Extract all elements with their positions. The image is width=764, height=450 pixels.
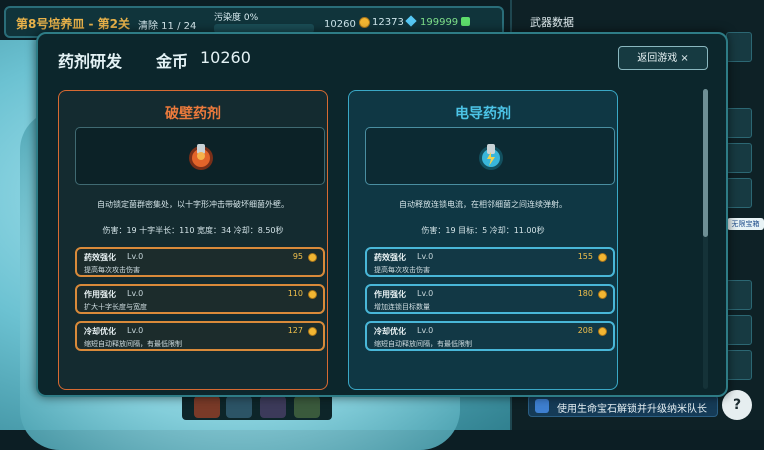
side-slot[interactable] <box>726 108 752 138</box>
blue-potion-icon <box>479 144 503 170</box>
coin-icon <box>308 327 317 336</box>
potion-icon-box <box>75 127 325 185</box>
weapon-data-title: 武器数据 <box>530 16 574 29</box>
back-to-game-button[interactable]: 返回游戏 × <box>618 46 708 70</box>
upgrade-level: Lv.0 <box>127 289 144 298</box>
side-slot[interactable] <box>726 178 752 208</box>
upgrade-description: 提高每次攻击伤害 <box>84 266 140 274</box>
upgrade-cooldown[interactable]: 冷却优化 Lv.0 127 缩短自动释放间隔，有最低限制 <box>75 321 325 351</box>
upgrade-name: 作用强化 <box>84 290 116 299</box>
card-title: 电导药剂 <box>455 106 511 122</box>
upgrade-description: 扩大十字长度与宽度 <box>84 303 147 311</box>
upgrade-level: Lv.0 <box>417 326 434 335</box>
upgrade-effect[interactable]: 作用强化 Lv.0 180 增加连锁目标数量 <box>365 284 615 314</box>
upgrade-name: 作用强化 <box>374 290 406 299</box>
scrollbar[interactable] <box>703 89 708 389</box>
help-button[interactable]: ? <box>722 390 752 420</box>
upgrade-cooldown[interactable]: 冷却优化 Lv.0 208 缩短自动释放间隔，有最低限制 <box>365 321 615 351</box>
coin-icon <box>598 290 607 299</box>
side-slot[interactable] <box>726 143 752 173</box>
upgrade-level: Lv.0 <box>127 252 144 261</box>
upgrade-cost: 180 <box>577 289 593 298</box>
potion-research-dialog: 药剂研发 金币 10260 返回游戏 × 破壁药剂 自动锁定菌群密集处，以十字形… <box>36 32 728 397</box>
clear-counter: 清除 11 / 24 <box>138 21 197 32</box>
upgrade-name: 冷却优化 <box>374 327 406 336</box>
coin-icon <box>359 17 370 28</box>
upgrade-cost: 208 <box>577 326 593 335</box>
upgrade-potency[interactable]: 药效强化 Lv.0 155 提高每次攻击伤害 <box>365 247 615 277</box>
upgrade-effect[interactable]: 作用强化 Lv.0 110 扩大十字长度与宽度 <box>75 284 325 314</box>
upgrade-name: 药效强化 <box>374 253 406 262</box>
upgrade-description: 缩短自动释放间隔，有最低限制 <box>374 340 472 348</box>
upgrade-cost: 155 <box>577 252 593 261</box>
skill-slot[interactable] <box>294 396 320 418</box>
upgrade-name: 冷却优化 <box>84 327 116 336</box>
dialog-title: 药剂研发 <box>58 52 123 71</box>
skill-slot[interactable] <box>226 396 252 418</box>
tip-icon <box>535 399 549 413</box>
upgrade-cost: 127 <box>287 326 303 335</box>
skill-slot[interactable] <box>260 396 286 418</box>
side-slot[interactable] <box>726 350 752 380</box>
side-slot[interactable] <box>726 280 752 310</box>
upgrade-level: Lv.0 <box>417 289 434 298</box>
potion-icon-box <box>365 127 615 185</box>
coin-icon <box>308 290 317 299</box>
gold-label: 金币 <box>156 52 189 71</box>
upgrade-description: 缩短自动释放间隔，有最低限制 <box>84 340 182 348</box>
crystal-value: 12373 <box>372 17 404 28</box>
card-title: 破壁药剂 <box>165 106 221 122</box>
infinite-chest-badge[interactable]: 无限宝箱 <box>727 218 764 230</box>
gem-icon <box>461 17 471 26</box>
card-description: 自动锁定菌群密集处，以十字形冲击带破坏细菌外壁。 <box>97 200 289 209</box>
gold-counter: 10260 <box>324 17 370 30</box>
pollution-label: 污染度 0% <box>214 13 259 23</box>
crystal-counter: 12373 <box>372 15 417 28</box>
coin-icon <box>308 253 317 262</box>
upgrade-level: Lv.0 <box>417 252 434 261</box>
tip-bar[interactable]: 使用生命宝石解锁并升级纳米队长 <box>528 395 718 417</box>
gem-value: 199999 <box>420 17 459 28</box>
card-description: 自动释放连锁电流，在相邻细菌之间连续弹射。 <box>399 200 567 209</box>
gold-value: 10260 <box>200 48 251 67</box>
upgrade-cost: 110 <box>287 289 303 298</box>
card-stats: 伤害：19 十字半长：110 宽度：34 冷却：8.50秒 <box>102 226 284 235</box>
upgrade-level: Lv.0 <box>127 326 144 335</box>
coin-icon <box>598 253 607 262</box>
scrollbar-thumb[interactable] <box>703 89 708 237</box>
gem-counter: 199999 <box>420 17 471 28</box>
potion-card-breakwall: 破壁药剂 自动锁定菌群密集处，以十字形冲击带破坏细菌外壁。 伤害：19 十字半长… <box>58 90 328 390</box>
potion-card-conductive: 电导药剂 自动释放连锁电流，在相邻细菌之间连续弹射。 伤害：19 目标：5 冷却… <box>348 90 618 390</box>
upgrade-description: 增加连锁目标数量 <box>374 303 430 311</box>
upgrade-description: 提高每次攻击伤害 <box>374 266 430 274</box>
coin-icon <box>598 327 607 336</box>
stage-label: 第8号培养皿 - 第2关 <box>16 17 131 31</box>
side-slot[interactable] <box>726 315 752 345</box>
upgrade-potency[interactable]: 药效强化 Lv.0 95 提高每次攻击伤害 <box>75 247 325 277</box>
side-slot[interactable] <box>726 32 752 62</box>
skill-slot[interactable] <box>194 396 220 418</box>
tip-text: 使用生命宝石解锁并升级纳米队长 <box>557 404 707 415</box>
crystal-icon <box>405 15 417 27</box>
card-stats: 伤害：19 目标：5 冷却：11.00秒 <box>421 226 545 235</box>
orange-potion-icon <box>189 144 213 170</box>
upgrade-cost: 95 <box>292 252 303 261</box>
upgrade-name: 药效强化 <box>84 253 116 262</box>
gold-value: 10260 <box>324 19 356 30</box>
